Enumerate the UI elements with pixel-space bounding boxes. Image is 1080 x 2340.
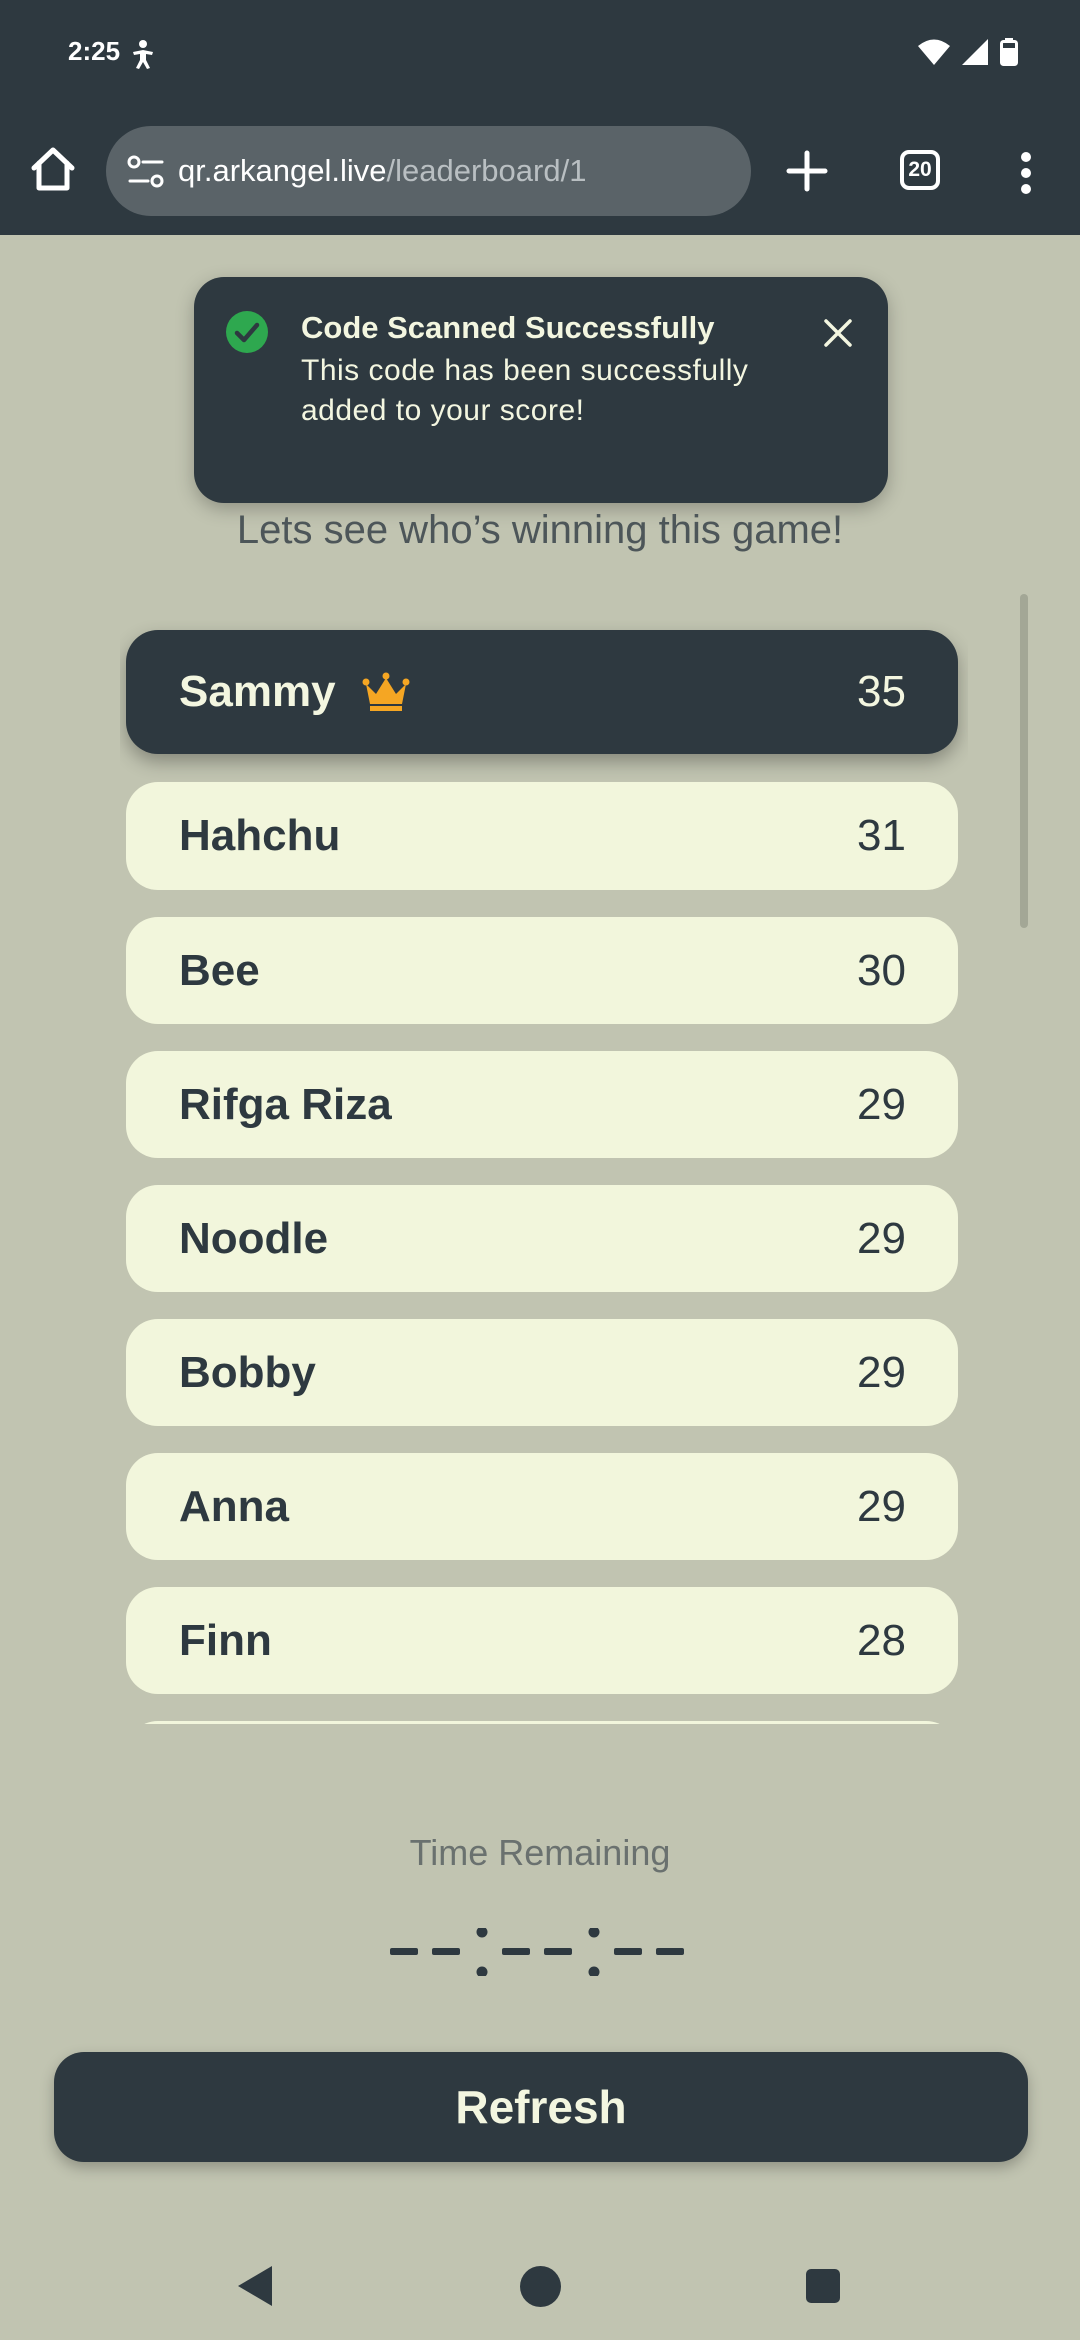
crown-icon	[362, 672, 410, 711]
refresh-button[interactable]: Refresh	[54, 2052, 1028, 2162]
timer-value: --:--:--	[390, 1928, 684, 1976]
leaderboard-list[interactable]: Sammy 35 Hahchu 31 Bee 30 Rifga Riza 29 …	[120, 620, 968, 1724]
back-icon[interactable]	[236, 2264, 274, 2308]
player-name: Noodle	[179, 1213, 329, 1263]
player-score: 29	[857, 1213, 906, 1263]
player-name: Bee	[179, 945, 260, 995]
url-path: /leaderboard/1	[386, 153, 587, 188]
leaderboard-row: Finn 28	[126, 1587, 958, 1694]
status-time: 2:25	[68, 36, 121, 66]
url-text: qr.arkangel.live/leaderboard/1	[178, 126, 586, 216]
leaderboard-scrollbar[interactable]	[1020, 594, 1028, 928]
address-bar[interactable]: qr.arkangel.live/leaderboard/1	[106, 126, 751, 216]
leaderboard-row: Rifga Riza 29	[126, 1051, 958, 1158]
player-name: Anna	[179, 1481, 289, 1531]
leaderboard-row: Noodle 29	[126, 1185, 958, 1292]
browser-toolbar: qr.arkangel.live/leaderboard/1 20	[0, 110, 1080, 235]
player-score: 31	[857, 811, 906, 860]
more-options-icon[interactable]	[1010, 148, 1042, 198]
leaderboard-row-partial	[126, 1721, 958, 1724]
status-icons	[918, 38, 1018, 66]
url-domain: qr.arkangel.live	[178, 153, 387, 188]
player-score: 28	[857, 1615, 906, 1665]
recents-icon[interactable]	[806, 2269, 840, 2303]
new-tab-icon[interactable]	[782, 146, 832, 196]
toast-message: This code has been successfully added to…	[301, 354, 749, 427]
leaderboard-row: Hahchu 31	[126, 782, 958, 890]
tab-switcher-button[interactable]: 20	[900, 150, 940, 190]
player-name: Sammy	[179, 667, 336, 716]
leaderboard-row: Bobby 29	[126, 1319, 958, 1426]
page-subtitle: Lets see who’s winning this game!	[236, 508, 844, 552]
home-nav-icon[interactable]	[520, 2266, 561, 2307]
close-icon[interactable]	[818, 313, 858, 353]
player-score: 29	[857, 1347, 906, 1397]
player-score: 30	[857, 945, 906, 995]
leaderboard-row: Bee 30	[126, 917, 958, 1024]
success-check-icon	[226, 311, 268, 353]
battery-icon	[1000, 38, 1018, 66]
player-name: Hahchu	[179, 811, 341, 860]
site-settings-icon[interactable]	[126, 154, 166, 190]
player-name: Bobby	[179, 1347, 316, 1397]
timer-label: Time Remaining	[409, 1832, 671, 1873]
player-name-wrap: Sammy	[179, 630, 410, 754]
toast-title: Code Scanned Successfully	[301, 310, 715, 345]
player-score: 29	[857, 1481, 906, 1531]
status-bar: 2:25	[0, 0, 1080, 110]
leaderboard-row: Anna 29	[126, 1453, 958, 1560]
accessibility-icon	[133, 40, 153, 69]
player-name: Rifga Riza	[179, 1079, 392, 1129]
browser-chrome: 2:25 qr.arkangel.live/leaderboard/1 20	[0, 0, 1080, 235]
player-name: Finn	[179, 1615, 272, 1665]
home-icon[interactable]	[28, 144, 78, 194]
success-toast: Code Scanned Successfully This code has …	[194, 277, 888, 503]
player-score: 35	[857, 667, 906, 716]
wifi-icon	[918, 39, 950, 65]
cell-signal-icon	[962, 39, 988, 65]
leaderboard-row-leader: Sammy 35	[126, 630, 958, 754]
player-score: 29	[857, 1079, 906, 1129]
